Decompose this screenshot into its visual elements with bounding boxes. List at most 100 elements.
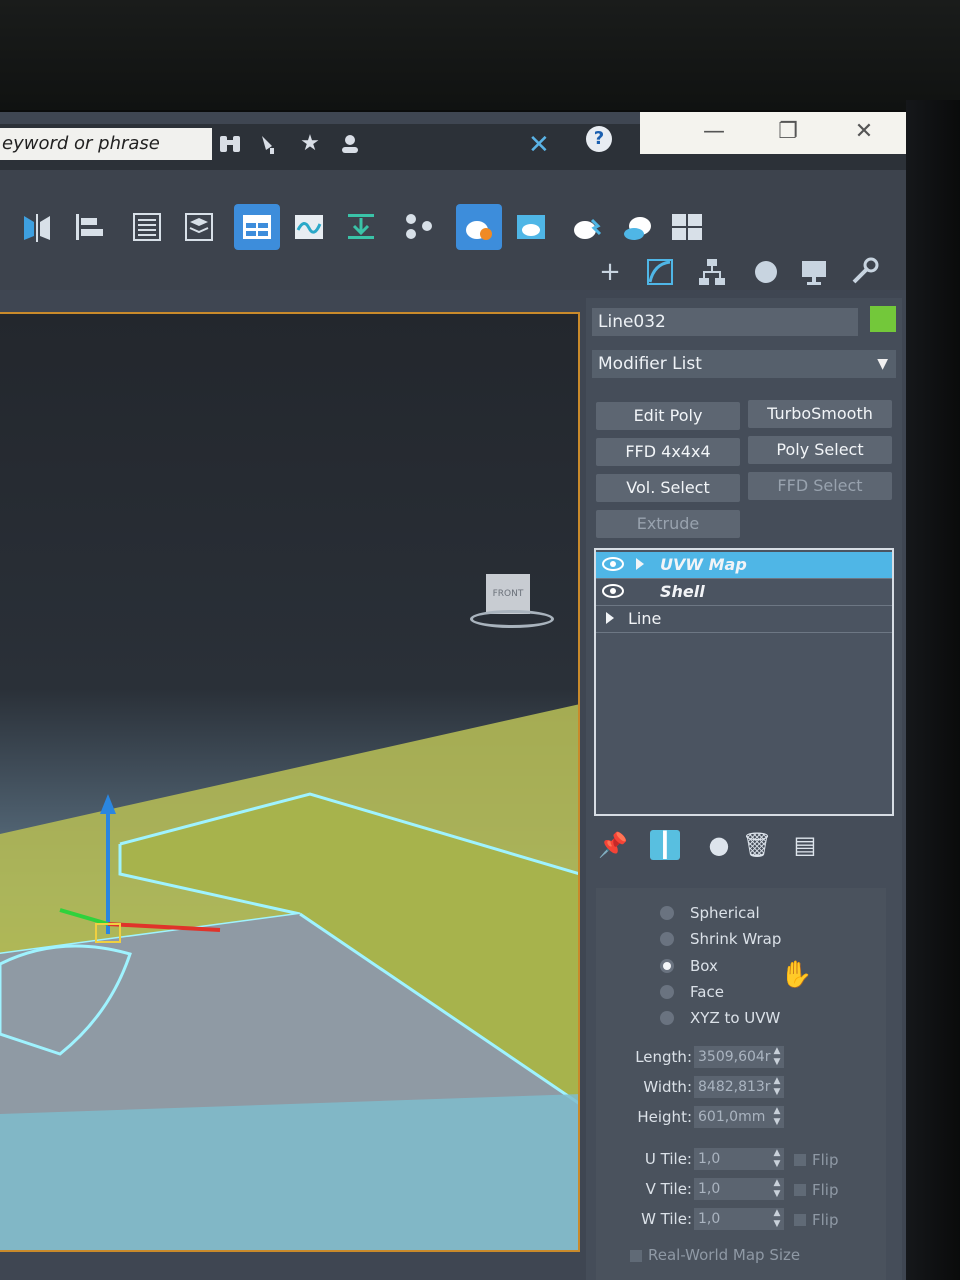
height-field[interactable]: 601,0mm	[694, 1106, 784, 1128]
toggle-ribbon-icon[interactable]	[234, 204, 280, 250]
app-screen: eyword or phrase ★ ✕ ? — ❐ ✕ + FRONT Lin…	[0, 112, 906, 1280]
schematic-view-icon[interactable]	[338, 204, 384, 250]
real-world-map-size-checkbox[interactable]	[630, 1250, 642, 1262]
u-flip-label: Flip	[812, 1151, 839, 1169]
viewcube-front-face[interactable]: FRONT	[486, 574, 530, 614]
pin-stack-icon[interactable]: 📌	[598, 830, 628, 860]
w-tile-field[interactable]: 1,0	[694, 1208, 784, 1230]
hand-cursor-icon: ✋	[780, 960, 813, 990]
u-tile-spinner-icon[interactable]: ▲ ▼	[772, 1148, 782, 1170]
width-spinner-icon[interactable]: ▲ ▼	[772, 1076, 782, 1098]
render-in-cloud-icon[interactable]	[616, 204, 662, 250]
scene-explorer-icon[interactable]	[124, 204, 170, 250]
radio-face[interactable]	[660, 985, 674, 999]
modifier-stack: UVW Map Shell Line	[594, 548, 894, 816]
height-label: Height:	[637, 1108, 692, 1126]
w-flip-label: Flip	[812, 1211, 839, 1229]
material-editor-icon[interactable]	[396, 204, 442, 250]
maximize-button[interactable]: ❐	[768, 118, 808, 146]
align-icon[interactable]	[66, 204, 112, 250]
expand-arrow-icon[interactable]	[636, 558, 644, 570]
mapping-option-label: Box	[690, 957, 718, 975]
w-tile-spinner-icon[interactable]: ▲ ▼	[772, 1208, 782, 1230]
turbosmooth-button[interactable]: TurboSmooth	[748, 400, 892, 428]
window-controls: — ❐ ✕	[640, 112, 906, 154]
perspective-viewport[interactable]: FRONT	[0, 312, 580, 1252]
eye-icon[interactable]	[602, 583, 624, 599]
width-label: Width:	[643, 1078, 692, 1096]
curve-editor-icon[interactable]	[286, 204, 332, 250]
binoculars-icon[interactable]	[218, 132, 242, 156]
scene-geometry	[0, 704, 578, 1250]
hierarchy-tab-icon[interactable]	[696, 256, 728, 288]
u-tile-field[interactable]: 1,0	[694, 1148, 784, 1170]
stack-item-label: Line	[628, 609, 662, 628]
modifier-list-label: Modifier List	[598, 354, 702, 374]
autodesk-exchange-icon[interactable]: ✕	[528, 130, 550, 160]
ffd-4x4x4-button[interactable]: FFD 4x4x4	[596, 438, 740, 466]
viewcube-compass[interactable]	[470, 610, 554, 628]
vol-select-button[interactable]: Vol. Select	[596, 474, 740, 502]
object-name-field[interactable]: Line032	[592, 308, 858, 336]
stack-item-uvw-map[interactable]: UVW Map	[596, 552, 892, 579]
stack-item-label: Shell	[660, 582, 705, 601]
rendered-frame-window-icon[interactable]	[508, 204, 554, 250]
configure-modifier-sets-icon[interactable]: ▤	[790, 830, 820, 860]
ffd-select-button[interactable]: FFD Select	[748, 472, 892, 500]
user-icon[interactable]	[338, 132, 362, 156]
help-button[interactable]: ?	[586, 126, 612, 152]
u-flip-checkbox[interactable]	[794, 1154, 806, 1166]
minimize-button[interactable]: —	[694, 118, 734, 146]
v-flip-checkbox[interactable]	[794, 1184, 806, 1196]
v-tile-label: V Tile:	[645, 1180, 692, 1198]
utilities-tab-icon[interactable]	[848, 256, 880, 288]
radio-shrink-wrap[interactable]	[660, 932, 674, 946]
eye-icon[interactable]	[602, 556, 624, 572]
render-setup-icon[interactable]	[456, 204, 502, 250]
make-unique-icon[interactable]: ●	[704, 830, 734, 860]
display-tab-icon[interactable]	[798, 256, 830, 288]
w-flip-checkbox[interactable]	[794, 1214, 806, 1226]
v-tile-spinner-icon[interactable]: ▲ ▼	[772, 1178, 782, 1200]
radio-box[interactable]	[660, 959, 674, 973]
modifier-list-dropdown[interactable]: Modifier List ▼	[592, 350, 896, 378]
mapping-parameters-rollout: Spherical Shrink Wrap Box Face XYZ to UV…	[596, 888, 886, 1280]
v-tile-field[interactable]: 1,0	[694, 1178, 784, 1200]
mapping-option-label: Spherical	[690, 904, 760, 922]
satellite-icon[interactable]	[258, 132, 282, 156]
radio-xyz-to-uvw[interactable]	[660, 1011, 674, 1025]
stack-item-line[interactable]: Line	[596, 606, 892, 633]
layer-explorer-icon[interactable]	[176, 204, 222, 250]
search-input[interactable]: eyword or phrase	[0, 128, 212, 160]
real-world-map-size-label: Real-World Map Size	[648, 1246, 801, 1264]
length-field[interactable]: 3509,604r	[694, 1046, 784, 1068]
create-tab-icon[interactable]: +	[594, 256, 626, 288]
monitor-bezel-right	[906, 100, 960, 1280]
modify-tab-icon[interactable]	[644, 256, 676, 288]
stack-item-label: UVW Map	[660, 555, 747, 574]
mapping-option-label: Shrink Wrap	[690, 930, 782, 948]
mirror-icon[interactable]	[14, 204, 60, 250]
stack-item-shell[interactable]: Shell	[596, 579, 892, 606]
show-end-result-icon[interactable]: ┃	[650, 830, 680, 860]
star-icon[interactable]: ★	[298, 132, 322, 156]
chevron-down-icon: ▼	[877, 356, 888, 372]
edit-poly-button[interactable]: Edit Poly	[596, 402, 740, 430]
width-field[interactable]: 8482,813r	[694, 1076, 784, 1098]
viewcube[interactable]: FRONT	[470, 574, 554, 634]
remove-modifier-icon[interactable]: 🗑	[742, 830, 772, 860]
object-color-swatch[interactable]	[870, 306, 896, 332]
expand-arrow-icon[interactable]	[606, 612, 614, 624]
render-production-icon[interactable]	[564, 204, 610, 250]
extrude-button[interactable]: Extrude	[596, 510, 740, 538]
poly-select-button[interactable]: Poly Select	[748, 436, 892, 464]
radio-spherical[interactable]	[660, 906, 674, 920]
w-tile-label: W Tile:	[641, 1210, 692, 1228]
length-spinner-icon[interactable]: ▲ ▼	[772, 1046, 782, 1068]
stack-toolbar: 📌 ┃ ● 🗑 ▤	[594, 826, 894, 866]
height-spinner-icon[interactable]: ▲ ▼	[772, 1106, 782, 1128]
image-gallery-icon[interactable]	[664, 204, 710, 250]
mapping-option-label: XYZ to UVW	[690, 1009, 781, 1027]
motion-tab-icon[interactable]	[748, 256, 780, 288]
close-button[interactable]: ✕	[844, 118, 884, 146]
